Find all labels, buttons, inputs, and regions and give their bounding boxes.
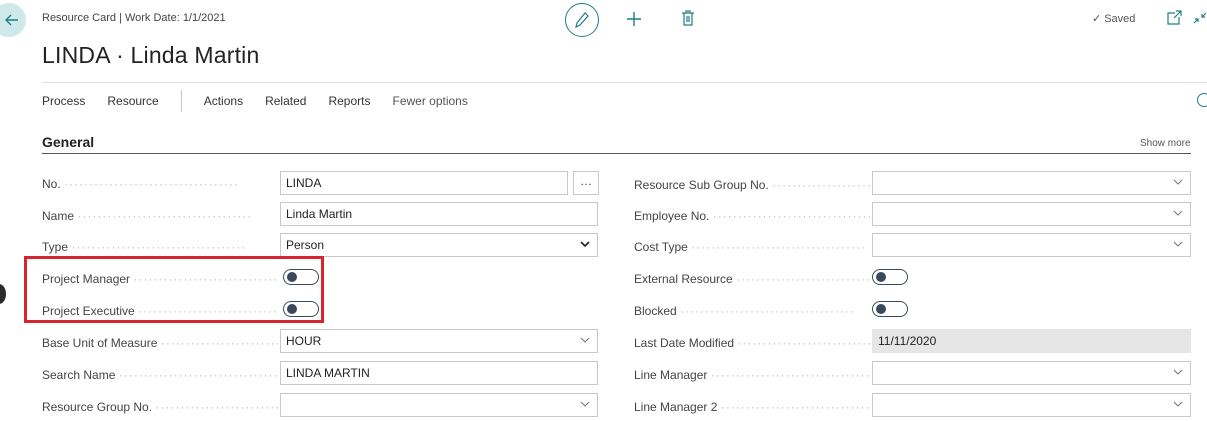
chevron-down-icon <box>1173 401 1183 407</box>
line-manager-select[interactable] <box>872 361 1191 385</box>
field-label-line-manager: Line Manager ···························… <box>634 368 870 382</box>
collapse-icon <box>1193 12 1207 24</box>
new-button[interactable] <box>624 9 644 29</box>
search-name-field[interactable]: LINDA MARTIN <box>280 361 598 385</box>
toggle-knob <box>876 304 886 314</box>
type-select[interactable]: Person <box>280 233 598 257</box>
saved-label: Saved <box>1104 13 1136 25</box>
plus-icon <box>627 12 641 26</box>
checkmark-icon: ✓ <box>1092 13 1102 25</box>
name-field[interactable]: Linda Martin <box>280 202 598 226</box>
popout-button[interactable] <box>1166 10 1182 26</box>
chevron-down-icon <box>1173 369 1183 375</box>
collapse-button[interactable] <box>1193 10 1207 26</box>
external-resource-toggle[interactable] <box>872 269 908 285</box>
back-button[interactable] <box>0 3 26 37</box>
header-divider <box>42 82 1207 83</box>
chevron-down-icon <box>580 401 590 407</box>
field-label-type: Type ··································· <box>42 240 247 254</box>
blocked-toggle[interactable] <box>872 301 908 317</box>
section-divider <box>42 153 1191 154</box>
action-actions[interactable]: Actions <box>204 94 243 108</box>
back-arrow-icon <box>5 14 18 26</box>
edge-marker <box>0 284 6 304</box>
field-label-line-manager-2: Line Manager 2 ·························… <box>634 400 870 414</box>
field-label-resource-group: Resource Group No. ·····················… <box>42 400 278 414</box>
info-icon[interactable] <box>1197 93 1207 107</box>
highlight-box <box>24 256 324 323</box>
field-label-base-unit: Base Unit of Measure ···················… <box>42 336 278 350</box>
no-lookup-button[interactable]: … <box>573 171 599 195</box>
chevron-down-icon <box>580 241 590 248</box>
line-manager-2-select[interactable] <box>872 393 1191 417</box>
cost-type-select[interactable] <box>872 233 1191 257</box>
field-label-external-resource: External Resource ······················… <box>634 272 870 286</box>
saved-status: ✓ Saved <box>1092 12 1135 25</box>
action-reports[interactable]: Reports <box>328 94 370 108</box>
action-fewer-options[interactable]: Fewer options <box>392 94 467 108</box>
base-unit-select[interactable]: HOUR <box>280 329 598 353</box>
field-label-no: No. ··································· <box>42 177 239 191</box>
chevron-down-icon <box>1173 210 1183 216</box>
field-label-name: Name ··································· <box>42 209 253 223</box>
employee-no-select[interactable] <box>872 202 1191 226</box>
no-field[interactable]: LINDA <box>280 171 568 195</box>
field-label-employee-no: Employee No. ···························… <box>634 209 870 223</box>
show-more-link[interactable]: Show more <box>1140 138 1191 149</box>
resource-group-select[interactable] <box>280 393 598 417</box>
field-label-resource-sub-group: Resource Sub Group No. ·················… <box>634 178 870 192</box>
chevron-down-icon <box>580 337 590 343</box>
action-resource[interactable]: Resource <box>107 94 158 108</box>
chevron-down-icon <box>1173 241 1183 247</box>
field-label-cost-type: Cost Type ······························… <box>634 240 867 254</box>
page-title: LINDA · Linda Martin <box>42 42 260 68</box>
edit-button[interactable] <box>565 3 599 37</box>
action-process[interactable]: Process <box>42 94 85 108</box>
field-label-search-name: Search Name ····························… <box>42 368 278 382</box>
action-related[interactable]: Related <box>265 94 306 108</box>
field-label-blocked: Blocked ································… <box>634 304 855 318</box>
base-unit-value: HOUR <box>286 334 322 348</box>
trash-icon <box>682 10 694 26</box>
section-title[interactable]: General <box>42 134 94 150</box>
last-date-modified-field: 11/11/2020 <box>872 329 1191 353</box>
pencil-icon <box>575 12 589 28</box>
delete-button[interactable] <box>680 9 696 27</box>
chevron-down-icon <box>1173 179 1183 185</box>
toggle-knob <box>876 272 886 282</box>
action-separator <box>180 90 182 112</box>
breadcrumb: Resource Card | Work Date: 1/1/2021 <box>42 12 226 24</box>
field-label-last-date-modified: Last Date Modified ·····················… <box>634 336 870 350</box>
popout-icon <box>1167 10 1182 25</box>
action-bar: Process Resource Actions Related Reports… <box>42 90 468 112</box>
type-value: Person <box>286 238 325 252</box>
resource-sub-group-select[interactable] <box>872 171 1191 195</box>
